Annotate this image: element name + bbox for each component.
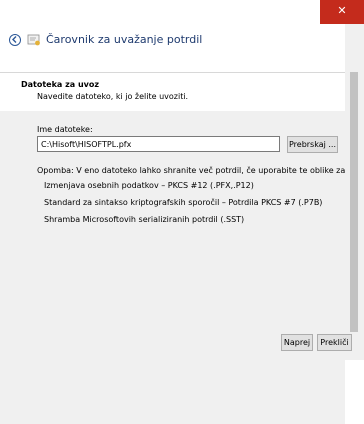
section-title: Datoteka za uvoz: [21, 80, 100, 89]
note-text: Opomba: V eno datoteko lahko shranite ve…: [37, 166, 364, 175]
scrollbar-thumb[interactable]: [350, 72, 358, 332]
section-header: [0, 72, 345, 110]
wizard-title: Čarovnik za uvažanje potrdil: [46, 33, 203, 46]
file-name-input[interactable]: [37, 136, 280, 152]
divider: [0, 72, 345, 73]
browse-button[interactable]: Prebrskaj ...: [287, 136, 338, 153]
close-button[interactable]: ✕: [320, 0, 364, 24]
back-button[interactable]: [9, 34, 21, 46]
format-item: Izmenjava osebnih podatkov – PKCS #12 (.…: [44, 181, 254, 190]
format-item: Shramba Microsoftovih serializiranih pot…: [44, 215, 245, 224]
close-icon: ✕: [337, 4, 347, 17]
back-arrow-icon: [12, 36, 17, 43]
cancel-button[interactable]: Prekliči: [317, 334, 352, 351]
section-description: Navedite datoteko, ki jo želite uvoziti.: [37, 92, 189, 101]
certificate-icon: [27, 34, 40, 46]
file-name-label: Ime datoteke:: [37, 125, 93, 134]
next-button[interactable]: Naprej: [281, 334, 313, 351]
content-panel: [0, 111, 345, 424]
title-bar: [0, 0, 364, 24]
format-item: Standard za sintakso kriptografskih spor…: [44, 198, 323, 207]
